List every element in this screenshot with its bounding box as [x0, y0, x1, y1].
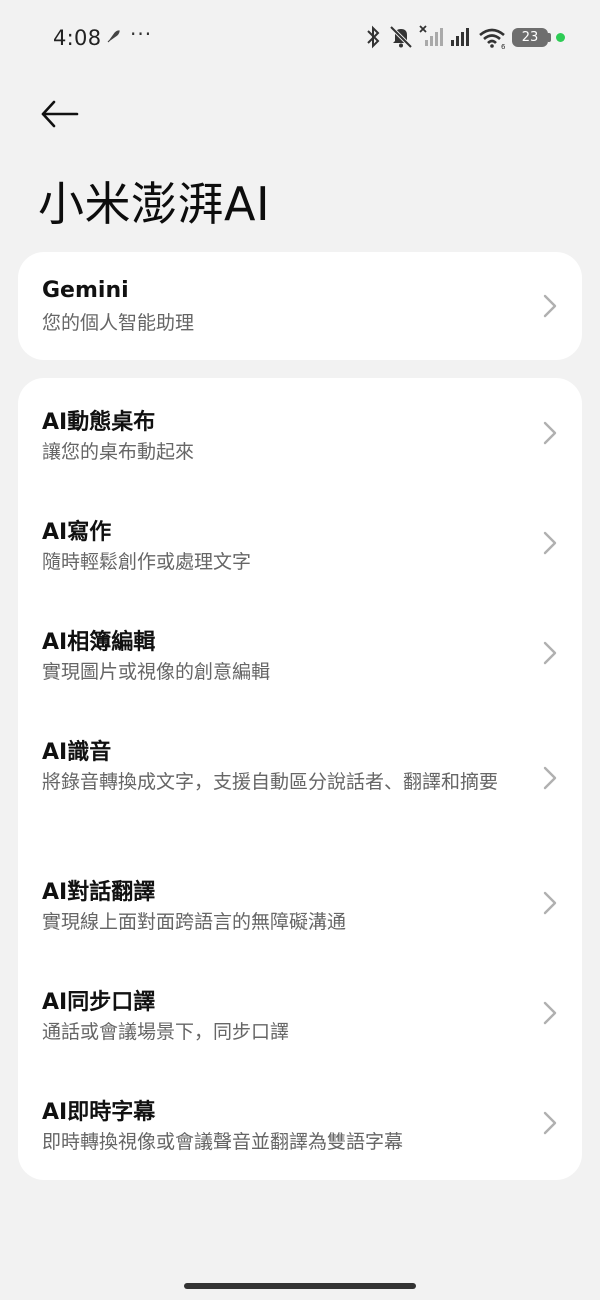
gemini-title: Gemini [42, 278, 129, 303]
wifi-icon: 6 [478, 24, 508, 54]
feature-title: AI相簿編輯 [42, 630, 156, 655]
chevron-right-icon [543, 421, 557, 445]
feature-item-ai-simultaneous-interpretation[interactable]: AI同步口譯 通話或會議場景下，同步口譯 [18, 958, 582, 1068]
feature-item-ai-voice-recognition[interactable]: AI識音 將錄音轉換成文字，支援自動區分說話者、翻譯和摘要 [18, 708, 582, 848]
more-notifications-indicator: ··· [130, 22, 153, 46]
gemini-card: Gemini 您的個人智能助理 [18, 252, 582, 360]
battery-icon: 23 [512, 28, 548, 47]
feature-item-ai-album-editing[interactable]: AI相簿編輯 實現圖片或視像的創意編輯 [18, 598, 582, 708]
chevron-right-icon [543, 891, 557, 915]
no-signal-icon [418, 24, 444, 54]
ai-features-card: AI動態桌布 讓您的桌布動起來 AI寫作 隨時輕鬆創作或處理文字 AI相簿編輯 … [18, 378, 582, 1180]
back-button[interactable] [38, 94, 82, 134]
battery-tip [548, 33, 551, 42]
privacy-indicator-dot [556, 33, 565, 42]
rocket-icon [106, 29, 120, 48]
chevron-right-icon [543, 1111, 557, 1135]
feature-subtitle: 隨時輕鬆創作或處理文字 [42, 551, 252, 573]
feature-title: AI對話翻譯 [42, 880, 156, 905]
gemini-subtitle: 您的個人智能助理 [42, 312, 195, 334]
signal-icon [448, 24, 474, 54]
feature-subtitle: 即時轉換視像或會議聲音並翻譯為雙語字幕 [42, 1131, 404, 1153]
feature-subtitle: 讓您的桌布動起來 [42, 441, 195, 463]
feature-title: AI動態桌布 [42, 410, 156, 435]
chevron-right-icon [543, 294, 557, 318]
chevron-right-icon [543, 1001, 557, 1025]
feature-item-ai-conversation-translation[interactable]: AI對話翻譯 實現線上面對面跨語言的無障礙溝通 [18, 848, 582, 958]
feature-title: AI寫作 [42, 520, 112, 545]
gemini-row[interactable]: Gemini 您的個人智能助理 [18, 252, 582, 360]
feature-item-ai-live-captions[interactable]: AI即時字幕 即時轉換視像或會議聲音並翻譯為雙語字幕 [18, 1068, 582, 1178]
chevron-right-icon [543, 531, 557, 555]
feature-subtitle: 將錄音轉換成文字，支援自動區分說話者、翻譯和摘要 [42, 771, 499, 793]
page-title: 小米澎湃AI [38, 177, 271, 231]
muted-bell-icon [388, 24, 414, 54]
arrow-left-icon [41, 100, 79, 128]
home-indicator[interactable] [184, 1283, 416, 1289]
chevron-right-icon [543, 766, 557, 790]
feature-item-ai-wallpaper[interactable]: AI動態桌布 讓您的桌布動起來 [18, 378, 582, 488]
feature-title: AI即時字幕 [42, 1100, 156, 1125]
svg-text:6: 6 [501, 43, 506, 50]
feature-subtitle: 實現線上面對面跨語言的無障礙溝通 [42, 911, 347, 933]
feature-item-ai-writing[interactable]: AI寫作 隨時輕鬆創作或處理文字 [18, 488, 582, 598]
status-time: 4:08 [53, 26, 102, 50]
chevron-right-icon [543, 641, 557, 665]
feature-subtitle: 實現圖片或視像的創意編輯 [42, 661, 271, 683]
bluetooth-icon [364, 24, 382, 54]
feature-title: AI同步口譯 [42, 990, 156, 1015]
feature-title: AI識音 [42, 740, 112, 765]
feature-subtitle: 通話或會議場景下，同步口譯 [42, 1021, 290, 1043]
status-bar: 4:08 ··· 6 23 [0, 0, 600, 76]
